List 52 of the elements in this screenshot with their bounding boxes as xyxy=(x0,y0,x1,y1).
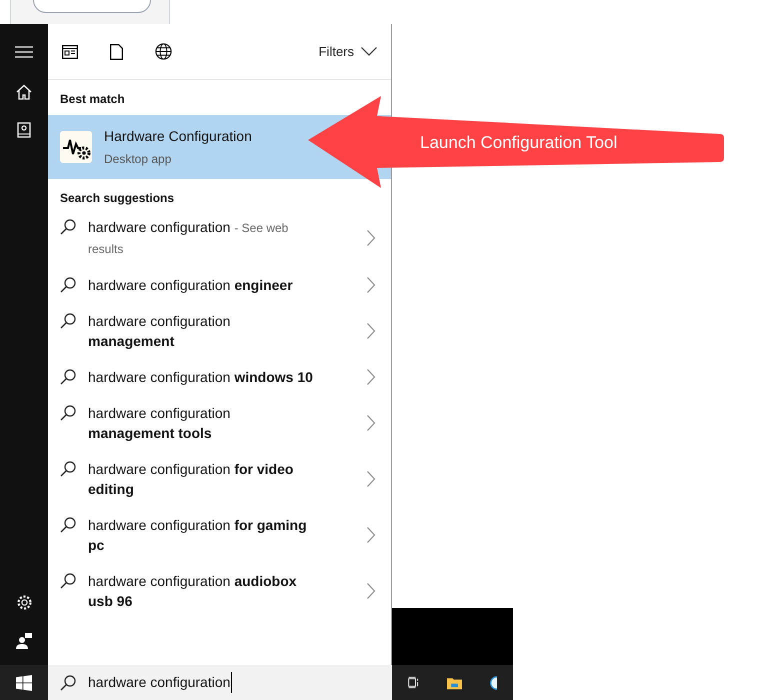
chevron-right-icon xyxy=(367,230,375,246)
search-icon xyxy=(60,517,76,533)
app-title: Hardware Configuration xyxy=(104,127,252,146)
suggestion-item[interactable]: hardware configuration audiobox usb 96 xyxy=(48,563,391,619)
chevron-right-icon xyxy=(367,323,375,339)
search-icon xyxy=(60,369,76,385)
search-icon xyxy=(60,219,76,235)
app-subtitle: Desktop app xyxy=(104,151,172,168)
chevron-right-icon xyxy=(367,583,375,599)
chevron-right-icon xyxy=(367,471,375,487)
home-icon[interactable] xyxy=(16,84,32,100)
search-icon xyxy=(60,674,76,690)
suggestion-text: hardware configuration for video editing xyxy=(88,460,294,499)
menu-icon[interactable] xyxy=(15,46,33,58)
suggestion-text: hardware configuration - See web results xyxy=(88,218,290,258)
suggestion-item[interactable]: hardware configuration engineer xyxy=(48,267,391,303)
search-icon xyxy=(60,277,76,293)
section-heading: Best match xyxy=(59,91,126,108)
search-icon xyxy=(60,405,76,421)
filters-button[interactable]: Filters xyxy=(318,42,377,62)
globe-icon[interactable] xyxy=(155,43,172,60)
suggestion-text: hardware configuration management tools xyxy=(88,404,232,443)
suggestion-text: hardware configuration for gaming pc xyxy=(88,516,308,555)
window-icon[interactable] xyxy=(62,44,78,58)
chevron-right-icon xyxy=(367,527,375,543)
search-icon xyxy=(60,313,76,329)
document-icon[interactable] xyxy=(110,44,123,60)
suggestion-item[interactable]: hardware configuration management tools xyxy=(48,395,391,451)
section-heading: Search suggestions xyxy=(59,190,176,207)
search-icon xyxy=(60,461,76,477)
suggestion-text: hardware configuration audiobox usb 96 xyxy=(88,572,298,611)
search-field[interactable]: hardware configuration xyxy=(48,665,392,700)
suggestion-text: hardware configuration windows 10 xyxy=(88,368,314,387)
chevron-right-icon xyxy=(367,369,375,385)
person-icon[interactable] xyxy=(16,633,32,649)
suggestion-item[interactable]: hardware configuration for video editing xyxy=(48,451,391,507)
search-icon xyxy=(60,573,76,589)
windows-logo-icon[interactable] xyxy=(16,674,32,690)
suggestion-item[interactable]: hardware configuration management xyxy=(48,303,391,359)
suggestion-item[interactable]: hardware configuration for gaming pc xyxy=(48,507,391,563)
settings-icon[interactable] xyxy=(16,594,32,611)
chevron-right-icon xyxy=(367,277,375,293)
suggestion-text: hardware configuration engineer xyxy=(88,276,294,295)
suggestion-item[interactable]: hardware configuration - See web results xyxy=(48,209,391,267)
chevron-right-icon xyxy=(367,415,375,431)
suggestion-item[interactable]: hardware configuration windows 10 xyxy=(48,359,391,395)
suggestion-text: hardware configuration management xyxy=(88,312,232,351)
chevron-down-icon xyxy=(361,47,377,56)
notebook-icon[interactable] xyxy=(17,122,31,138)
app-icon xyxy=(60,131,92,163)
callout-text: Launch Configuration Tool xyxy=(420,132,618,154)
task-view-icon[interactable] xyxy=(408,675,419,690)
